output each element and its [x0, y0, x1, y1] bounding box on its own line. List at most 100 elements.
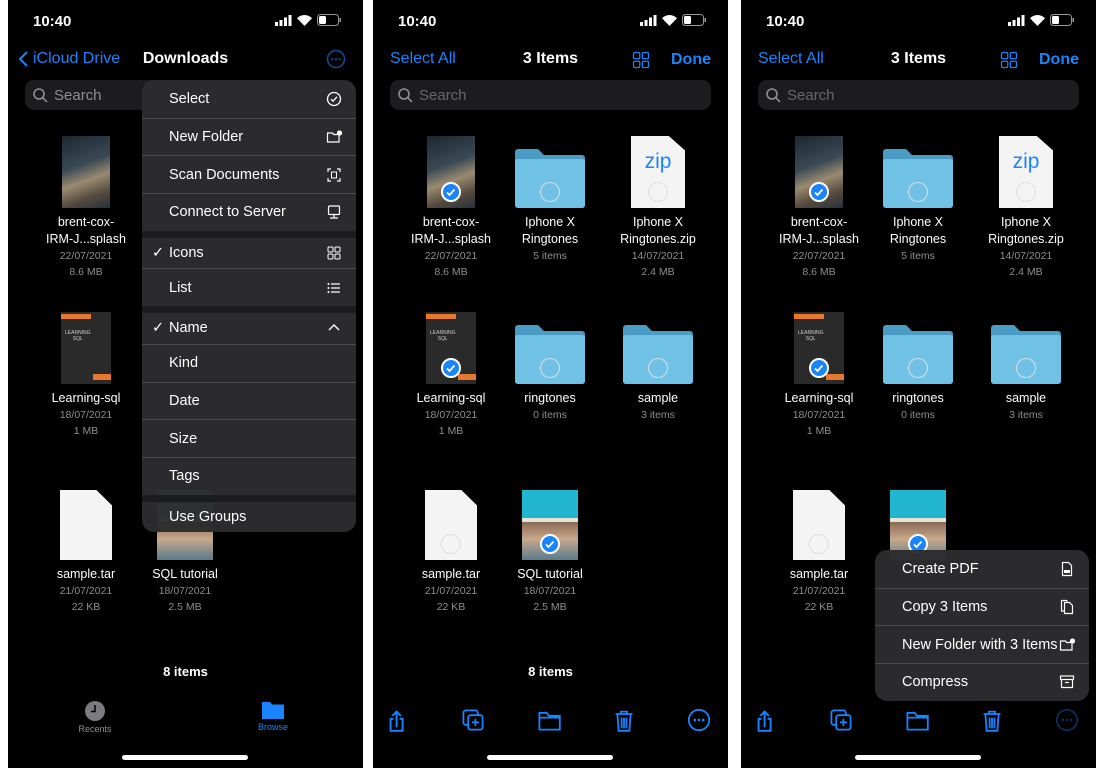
done-button[interactable]: Done — [671, 51, 711, 69]
menu-item-tags[interactable]: Tags — [142, 456, 356, 495]
home-indicator — [487, 755, 613, 760]
view-grid-icon[interactable] — [631, 50, 651, 70]
file-thumbnail: LEARNING SQL — [396, 308, 506, 384]
menu-item-label: Connect to Server — [169, 204, 286, 221]
selection-checkbox[interactable] — [809, 534, 829, 554]
file-size: 8.6 MB — [434, 266, 468, 278]
file-item[interactable]: sample.tar 21/07/2021 22 KB — [764, 484, 874, 615]
selection-checkbox[interactable] — [540, 358, 560, 378]
file-item[interactable]: SQL tutorial 18/07/2021 2.5 MB — [495, 484, 605, 615]
menu-item-size[interactable]: Size — [142, 419, 356, 457]
view-grid-icon[interactable] — [999, 50, 1019, 70]
file-item[interactable]: sample 3 items — [971, 308, 1081, 423]
toolbar-share-button[interactable] — [755, 708, 781, 734]
menu-item-connect-to-server[interactable]: Connect to Server — [142, 193, 356, 231]
file-item[interactable]: ringtones 0 items — [495, 308, 605, 423]
home-indicator — [122, 755, 248, 760]
selection-checkbox[interactable] — [441, 358, 461, 378]
file-item[interactable]: brent-cox- IRM-J...splash 22/07/2021 8.6 MB — [396, 132, 506, 280]
selection-checkbox[interactable] — [648, 182, 668, 202]
file-size: 2.4 MB — [1009, 266, 1043, 278]
toolbar-ellipsis-circle-button[interactable] — [1055, 708, 1081, 734]
menu-item-date[interactable]: Date — [142, 381, 356, 420]
menu-item-name[interactable]: ✓ Name — [142, 306, 356, 344]
file-item[interactable]: zip Iphone X Ringtones.zip 14/07/2021 2.4 MB — [971, 132, 1081, 280]
menu-item-select[interactable]: Select — [142, 80, 356, 118]
file-thumbnail — [31, 132, 141, 208]
menu-item-kind[interactable]: Kind — [142, 343, 356, 382]
nav-actions: Done — [999, 50, 1079, 70]
selection-checkbox[interactable] — [1016, 182, 1036, 202]
search-input[interactable]: Search — [390, 80, 711, 110]
selection-checkbox[interactable] — [441, 182, 461, 202]
selection-checkbox[interactable] — [809, 182, 829, 202]
menu-item-label: Kind — [169, 355, 199, 372]
file-item[interactable]: LEARNING SQL Learning-sql 18/07/2021 1 MB — [31, 308, 141, 439]
file-size: 0 items — [533, 409, 567, 421]
folder-badge-plus-icon — [326, 130, 342, 143]
menu-item-copy-3-items[interactable]: Copy 3 Items — [875, 587, 1089, 626]
selection-checkbox[interactable] — [441, 534, 461, 554]
file-item[interactable]: brent-cox- IRM-J...splash 22/07/2021 8.6 MB — [31, 132, 141, 280]
file-item[interactable]: LEARNING SQL Learning-sql 18/07/2021 1 MB — [396, 308, 506, 439]
file-item[interactable]: sample.tar 21/07/2021 22 KB — [31, 484, 141, 615]
selection-checkbox[interactable] — [540, 534, 560, 554]
file-item[interactable]: zip Iphone X Ringtones.zip 14/07/2021 2.4 MB — [603, 132, 713, 280]
menu-item-use-groups[interactable]: Use Groups — [142, 494, 356, 533]
file-item[interactable]: Iphone X Ringtones 5 items — [495, 132, 605, 264]
menu-item-compress[interactable]: Compress — [875, 663, 1089, 701]
file-size: 5 items — [533, 250, 567, 262]
photo-thumbnail — [62, 136, 110, 208]
done-button[interactable]: Done — [1039, 51, 1079, 69]
selection-checkbox[interactable] — [908, 358, 928, 378]
file-item[interactable]: Iphone X Ringtones 5 items — [863, 132, 973, 264]
file-date: 22/07/2021 — [59, 250, 113, 262]
status-icons — [640, 14, 706, 26]
selection-checkbox[interactable] — [1016, 358, 1036, 378]
checkmark-icon: ✓ — [152, 320, 165, 337]
file-size: 22 KB — [804, 601, 834, 613]
file-size: 8.6 MB — [802, 266, 836, 278]
tab-recents[interactable]: Recents — [65, 700, 125, 734]
file-thumbnail: LEARNING SQL — [31, 308, 141, 384]
menu-item-new-folder[interactable]: New Folder — [142, 117, 356, 156]
document-thumbnail — [60, 490, 112, 560]
toolbar-trash-button[interactable] — [612, 708, 638, 734]
selection-checkbox[interactable] — [809, 358, 829, 378]
menu-item-create-pdf[interactable]: Create PDF — [875, 550, 1089, 588]
toolbar-ellipsis-circle-button[interactable] — [687, 708, 713, 734]
file-date: 18/07/2021 — [523, 585, 577, 597]
selection-checkbox[interactable] — [908, 182, 928, 202]
file-item[interactable]: LEARNING SQL Learning-sql 18/07/2021 1 MB — [764, 308, 874, 439]
toolbar-move-folder-button[interactable] — [537, 708, 563, 734]
share-icon — [757, 710, 772, 732]
tab-browse[interactable]: Browse — [243, 700, 303, 732]
menu-item-list[interactable]: List — [142, 268, 356, 306]
search-input[interactable]: Search — [758, 80, 1079, 110]
tab-label: Recents — [78, 724, 112, 734]
toolbar-duplicate-button[interactable] — [461, 708, 487, 734]
toolbar-duplicate-button[interactable] — [829, 708, 855, 734]
menu-item-icons[interactable]: ✓ Icons — [142, 230, 356, 269]
folder-icon — [262, 702, 284, 719]
list-icon — [327, 282, 340, 293]
selection-checkbox[interactable] — [540, 182, 560, 202]
selection-checkbox[interactable] — [648, 358, 668, 378]
copy-doc-icon — [1060, 599, 1074, 615]
toolbar-trash-button[interactable] — [980, 708, 1006, 734]
ellipsis-circle-icon — [687, 708, 711, 732]
menu-item-new-folder-with-3-items[interactable]: New Folder with 3 Items — [875, 625, 1089, 663]
file-date: 18/07/2021 — [424, 409, 478, 421]
more-button[interactable] — [326, 49, 346, 69]
file-item[interactable]: sample 3 items — [603, 308, 713, 423]
toolbar-share-button[interactable] — [387, 708, 413, 734]
file-thumbnail: zip — [603, 132, 713, 208]
file-item[interactable]: brent-cox- IRM-J...splash 22/07/2021 8.6 MB — [764, 132, 874, 280]
file-date: 22/07/2021 — [792, 250, 846, 262]
toolbar-move-folder-button[interactable] — [905, 708, 931, 734]
grid-icon — [327, 246, 341, 260]
menu-item-scan-documents[interactable]: Scan Documents — [142, 155, 356, 193]
file-item[interactable]: sample.tar 21/07/2021 22 KB — [396, 484, 506, 615]
file-date: 18/07/2021 — [59, 409, 113, 421]
file-item[interactable]: ringtones 0 items — [863, 308, 973, 423]
